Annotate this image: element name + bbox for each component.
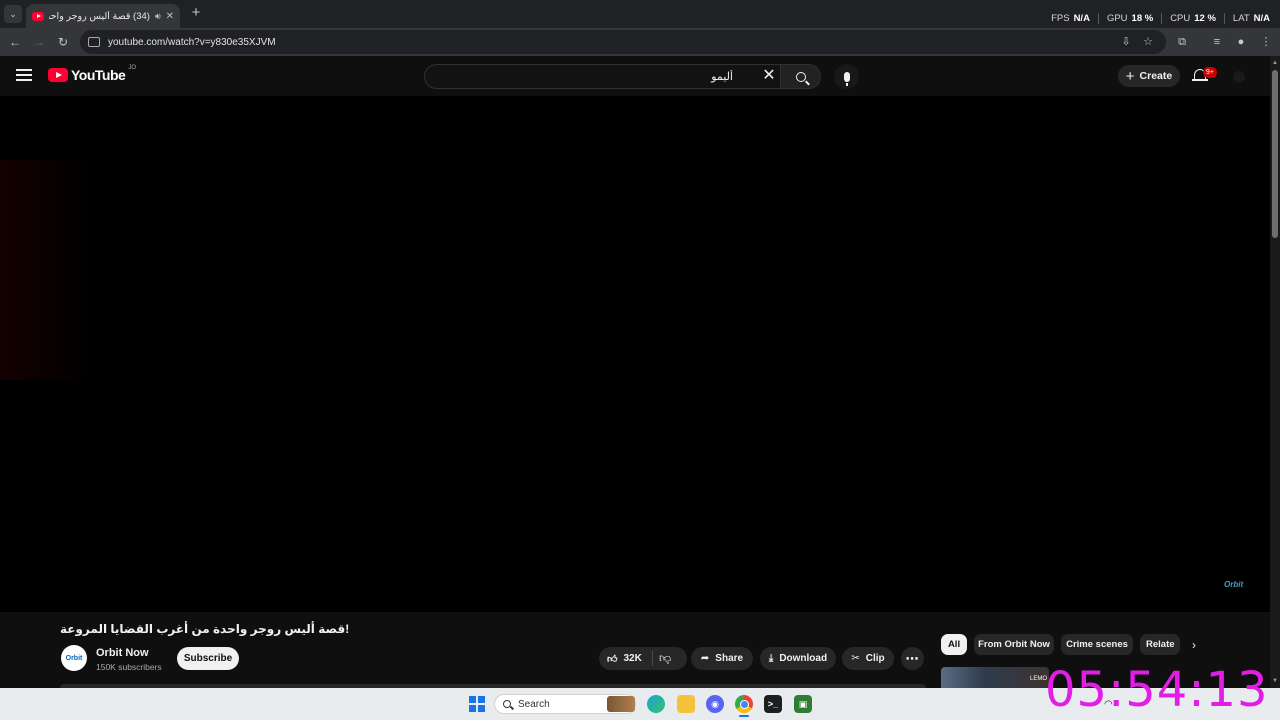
- create-button[interactable]: + Create: [1118, 65, 1180, 87]
- download-label: Download: [779, 653, 828, 664]
- search-button[interactable]: [781, 64, 821, 89]
- clip-label: Clip: [865, 653, 885, 664]
- plus-icon: +: [1125, 67, 1135, 85]
- voice-search-button[interactable]: [834, 64, 859, 89]
- bookmark-star-icon[interactable]: ☆: [1140, 34, 1156, 50]
- windows-start-icon[interactable]: [469, 696, 485, 712]
- tab-close-icon[interactable]: ✕: [166, 11, 174, 22]
- discord-icon[interactable]: ◉: [706, 695, 724, 713]
- back-arrow-icon[interactable]: ←: [7, 34, 23, 50]
- video-title: !قصة أليس روجر واحدة من أغرب القضايا الم…: [60, 622, 350, 636]
- scroll-down-arrow-icon[interactable]: ▼: [1272, 678, 1278, 684]
- chip-crime-scenes[interactable]: Crime scenes: [1061, 634, 1133, 655]
- new-tab-button[interactable]: +: [188, 5, 204, 21]
- channel-avatar[interactable]: Orbit: [61, 645, 87, 671]
- chrome-menu-icon[interactable]: ⋮: [1258, 34, 1274, 50]
- scrollbar-thumb[interactable]: [1272, 70, 1278, 238]
- profile-icon[interactable]: ●: [1233, 34, 1249, 50]
- taskbar-search-label: Search: [518, 698, 550, 710]
- account-avatar[interactable]: [1233, 71, 1245, 83]
- reload-icon[interactable]: ↻: [55, 34, 71, 50]
- perf-fps: FPS N/A: [1043, 12, 1099, 24]
- clip-button[interactable]: ✂ Clip: [842, 647, 894, 670]
- create-label: Create: [1139, 70, 1173, 82]
- clock-overlay: 05:54:13: [1045, 662, 1269, 718]
- youtube-favicon-icon: [32, 11, 44, 21]
- download-icon: ⤓: [768, 653, 774, 664]
- tab-search-button[interactable]: ⌄: [4, 5, 22, 23]
- performance-overlay: FPS N/A GPU 18 % CPU 12 % LAT N/A: [1043, 10, 1272, 26]
- youtube-masthead: YouTube JO ✕ + Create: [0, 56, 1270, 96]
- chip-related[interactable]: Relate: [1140, 634, 1180, 655]
- forward-arrow-icon[interactable]: →: [31, 34, 47, 50]
- youtube-play-icon: [48, 68, 68, 82]
- scroll-up-arrow-icon[interactable]: ▲: [1272, 60, 1278, 66]
- scissors-icon: ✂: [851, 653, 860, 664]
- url-text[interactable]: youtube.com/watch?v=y830e35XJVM: [108, 37, 276, 48]
- perf-gpu: GPU 18 %: [1099, 12, 1163, 24]
- install-app-icon[interactable]: ⇩: [1118, 34, 1134, 50]
- media-controls-icon[interactable]: ≡: [1209, 34, 1225, 50]
- tab-title: (34) قصة أليس روجر واحدة من أغرب القضايا…: [49, 10, 150, 22]
- chip-all[interactable]: All: [941, 634, 967, 655]
- speaker-icon[interactable]: 🔊︎: [155, 11, 161, 22]
- video-frame-glow: [0, 160, 90, 380]
- terminal-icon[interactable]: >_: [764, 695, 782, 713]
- extensions-icon[interactable]: ⧉: [1174, 34, 1190, 50]
- chip-from-channel[interactable]: From Orbit Now: [974, 634, 1054, 655]
- youtube-logo-text: YouTube: [71, 67, 126, 83]
- subscribe-button[interactable]: Subscribe: [177, 647, 239, 670]
- clear-search-icon[interactable]: ✕: [760, 67, 778, 85]
- chevron-right-icon[interactable]: ›: [1186, 637, 1202, 653]
- perf-cpu: CPU 12 %: [1162, 12, 1225, 24]
- subscriber-count: 150K subscribers: [96, 662, 162, 672]
- address-bar[interactable]: youtube.com/watch?v=y830e35XJVM: [80, 30, 1166, 54]
- channel-name[interactable]: Orbit Now: [96, 647, 149, 659]
- active-app-indicator: [739, 715, 749, 717]
- thumbs-down-icon[interactable]: 👎︎: [659, 651, 671, 666]
- chrome-icon[interactable]: [735, 695, 753, 713]
- browser-toolbar: ← → ↻ youtube.com/watch?v=y830e35XJVM ⇩ …: [0, 28, 1280, 56]
- thumbs-up-icon: 👍︎: [607, 653, 618, 665]
- like-button[interactable]: 👍︎ 32K: [599, 647, 687, 670]
- search-highlight-image[interactable]: [607, 696, 635, 712]
- perf-lat: LAT N/A: [1232, 12, 1270, 24]
- like-dislike-divider: [652, 651, 653, 666]
- download-button[interactable]: ⤓ Download: [760, 647, 836, 670]
- share-button[interactable]: ➦ Share: [691, 647, 753, 670]
- hamburger-menu-icon[interactable]: [14, 66, 34, 86]
- share-label: Share: [715, 653, 744, 664]
- android-app-icon[interactable]: ▣: [794, 695, 812, 713]
- search-input[interactable]: [435, 69, 735, 84]
- country-code: JO: [128, 65, 136, 71]
- notifications-badge: 9+: [1203, 67, 1217, 78]
- search-icon: [503, 700, 511, 708]
- microphone-icon: [843, 71, 850, 86]
- edge-browser-icon[interactable]: [647, 695, 665, 713]
- site-info-icon[interactable]: [88, 37, 100, 47]
- channel-watermark[interactable]: Orbit: [1224, 580, 1243, 589]
- search-box[interactable]: [424, 64, 781, 89]
- share-arrow-icon: ➦: [700, 653, 710, 664]
- file-explorer-icon[interactable]: [677, 695, 695, 713]
- youtube-logo[interactable]: YouTube JO: [48, 65, 136, 83]
- search-icon: [795, 71, 806, 82]
- browser-tab[interactable]: (34) قصة أليس روجر واحدة من أغرب القضايا…: [26, 4, 180, 28]
- like-count: 32K: [623, 653, 642, 664]
- video-player[interactable]: [0, 96, 1270, 612]
- more-actions-icon[interactable]: ⋯: [901, 647, 924, 670]
